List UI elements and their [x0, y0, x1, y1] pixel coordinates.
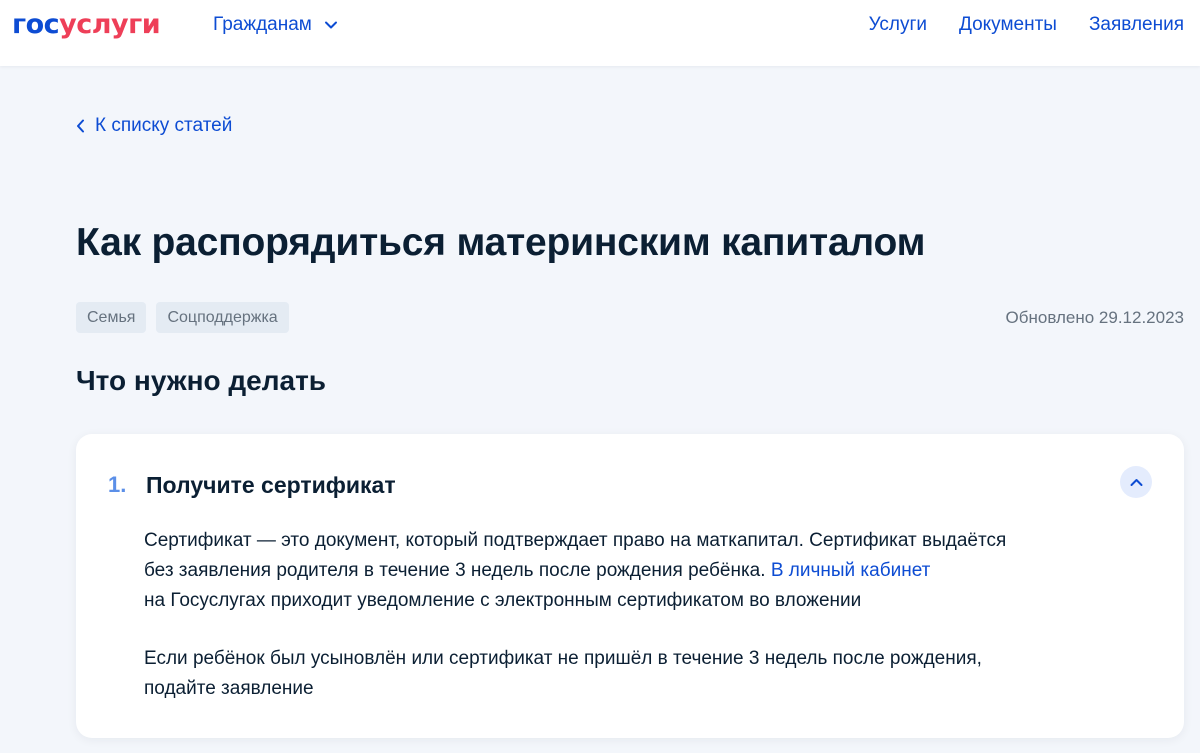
- paragraph-2-line-2: подайте заявление: [144, 678, 314, 699]
- nav-link-services[interactable]: Услуги: [869, 12, 927, 38]
- audience-dropdown[interactable]: Гражданам: [213, 12, 338, 38]
- collapse-step-button[interactable]: [1120, 466, 1152, 498]
- article-tags: Семья Соцподдержка: [76, 302, 289, 333]
- chevron-left-icon: [77, 119, 84, 133]
- step-paragraph-2: Если ребёнок был усыновлён или сертифика…: [144, 644, 1154, 704]
- top-nav: Услуги Документы Заявления: [869, 12, 1184, 38]
- site-header: госуслуги Гражданам Услуги Документы Зая…: [0, 0, 1200, 66]
- back-to-articles-link[interactable]: К списку статей: [76, 114, 232, 138]
- paragraph-1-line-1: Сертификат — это документ, который подтв…: [144, 530, 1007, 551]
- chevron-up-icon: [1130, 478, 1142, 486]
- paragraph-1-line-2: без заявления родителя в течение 3 недел…: [144, 560, 771, 581]
- step-paragraph-1: Сертификат — это документ, который подтв…: [144, 526, 1154, 616]
- logo-part-gos: гос: [12, 9, 60, 40]
- nav-link-documents[interactable]: Документы: [959, 12, 1057, 38]
- nav-link-applications[interactable]: Заявления: [1089, 12, 1184, 38]
- logo-part-uslugi: услуги: [59, 9, 161, 40]
- personal-account-link[interactable]: В личный кабинет: [771, 560, 931, 581]
- step-number: 1.: [108, 472, 127, 497]
- gosuslugi-logo[interactable]: госуслуги: [12, 9, 161, 41]
- audience-dropdown-label: Гражданам: [213, 14, 312, 35]
- step-card: 1. Получите сертификат Сертификат — это …: [76, 434, 1184, 738]
- step-title: Получите сертификат: [146, 472, 396, 498]
- paragraph-2-line-1: Если ребёнок был усыновлён или сертифика…: [144, 648, 982, 669]
- section-title: Что нужно делать: [76, 365, 327, 396]
- updated-date: Обновлено 29.12.2023: [1005, 308, 1184, 327]
- back-link-label: К списку статей: [95, 115, 233, 136]
- paragraph-1-line-3: на Госуслугах приходит уведомление с эле…: [144, 590, 862, 611]
- chevron-down-icon: [324, 21, 337, 29]
- page-title: Как распорядиться материнским капиталом: [76, 221, 926, 264]
- tag-family[interactable]: Семья: [76, 302, 147, 333]
- tag-social-support[interactable]: Соцподдержка: [156, 302, 289, 333]
